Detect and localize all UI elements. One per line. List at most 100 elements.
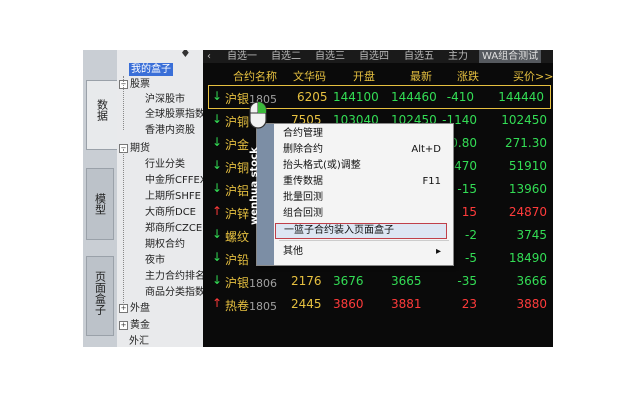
- tab-watchlist[interactable]: 自选一: [227, 50, 257, 63]
- menu-item-label: 组合回测: [283, 208, 323, 219]
- tree-item[interactable]: 行业分类: [145, 158, 185, 171]
- buy-price: 144440: [498, 90, 544, 104]
- table-row[interactable]: ↑ 热卷1805 2445 3860 3881 23 3880: [203, 293, 553, 315]
- down-arrow-icon: ↓: [212, 273, 223, 287]
- tree-item[interactable]: 郑商所CZCE: [145, 222, 202, 235]
- buy-price: 271.30: [505, 136, 547, 150]
- tab-watchlist[interactable]: 自选三: [315, 50, 345, 63]
- tree-item[interactable]: 上期所SHFE: [145, 190, 201, 203]
- mouse-icon: [249, 101, 267, 129]
- col-name[interactable]: 合约名称: [233, 68, 277, 84]
- tree-item[interactable]: 夜市: [145, 254, 165, 267]
- menu-shortcut: Alt+D: [411, 144, 441, 155]
- vtab-page-box[interactable]: 页面盒子: [86, 256, 114, 336]
- tree-item-label: 香港内资股: [145, 125, 195, 136]
- tree-item-label: 我的盒子: [131, 64, 171, 75]
- last-price: 144460: [391, 90, 437, 104]
- contract-name: 沪铅: [225, 253, 250, 267]
- vtab-model[interactable]: 模型: [86, 168, 114, 240]
- menu-item[interactable]: 其他 ▸: [283, 245, 447, 259]
- menu-item[interactable]: 重传数据 F11: [283, 175, 447, 189]
- buy-price: 18490: [508, 251, 547, 265]
- change-value: -15: [457, 182, 477, 196]
- tab-watchlist[interactable]: 自选五: [404, 50, 434, 63]
- tree-guide-line: [123, 76, 124, 130]
- change-value: -5: [465, 251, 477, 265]
- menu-item-label: 其他: [283, 246, 303, 257]
- menu-item[interactable]: 一篮子合约装入页面盒子: [275, 223, 447, 239]
- down-arrow-icon: ↓: [212, 158, 223, 172]
- wenhua-code: 2176: [291, 274, 322, 288]
- watchlist-tab-bar: ‹ 自选一 自选二 自选三 自选四 自选五 主力 WA组合测试: [203, 50, 553, 63]
- menu-item[interactable]: 组合回测: [283, 207, 447, 221]
- down-arrow-icon: ↓: [212, 227, 223, 241]
- tree-item[interactable]: + 黄金: [119, 319, 150, 332]
- contract-name: 沪铜: [225, 161, 250, 175]
- tree-item-label: 期货: [130, 143, 150, 154]
- down-arrow-icon: ↓: [212, 135, 223, 149]
- tree-item-label: 外汇: [129, 336, 149, 347]
- change-value: 23: [461, 297, 477, 311]
- tree-item-label: 主力合约排名: [145, 271, 203, 282]
- tree-item-label: 大商所DCE: [145, 207, 197, 218]
- tree-item[interactable]: 大商所DCE: [145, 206, 196, 219]
- menu-item[interactable]: 删除合约 Alt+D: [283, 143, 447, 157]
- tree-item[interactable]: 中金所CFFEX: [145, 174, 203, 187]
- tree-guide-line: [123, 149, 124, 309]
- tree-item[interactable]: 主力合约排名: [145, 270, 203, 283]
- tree-item-label: 商品分类指数: [145, 287, 203, 298]
- context-menu: wenhua stock 合约管理删除合约 Alt+D 抬头格式(或)调整重传数据 F…: [249, 123, 454, 266]
- contract-name: 沪铝: [225, 184, 250, 198]
- wenhua-code: 2445: [291, 297, 322, 311]
- up-arrow-icon: ↑: [212, 296, 223, 310]
- buy-price: 13960: [508, 182, 547, 196]
- contract-name: 沪铜: [225, 115, 250, 129]
- tree-item[interactable]: 期权合约: [145, 238, 185, 251]
- wenhua-code: 6205: [297, 90, 328, 104]
- col-buy[interactable]: 买价>>: [513, 68, 553, 84]
- change-value: -410: [446, 90, 474, 104]
- tree-item-label: 股票: [130, 79, 150, 90]
- table-row[interactable]: ↓ 沪银1806 2176 3676 3665 -35 3666: [203, 270, 553, 292]
- change-value: 15: [461, 205, 477, 219]
- buy-price: 24870: [508, 205, 547, 219]
- menu-item[interactable]: 抬头格式(或)调整: [283, 159, 447, 173]
- menu-item[interactable]: 批量回测: [283, 191, 447, 205]
- vtab-data-label: 数据: [95, 99, 109, 121]
- column-header: 合约名称 文华码 开盘 最新 涨跌 买价>>: [203, 68, 553, 84]
- tree-item[interactable]: 沪深股市: [145, 93, 185, 106]
- tree-item-label: 郑商所CZCE: [145, 223, 203, 234]
- contract-name: 沪银1806: [225, 276, 278, 290]
- menu-item-label: 合约管理: [283, 128, 323, 139]
- tree-item[interactable]: 香港内资股: [145, 124, 195, 137]
- buy-price: 3745: [516, 228, 547, 242]
- expand-icon[interactable]: +: [119, 320, 128, 330]
- contract-name: 热卷1805: [225, 299, 278, 313]
- menu-item-label: 抬头格式(或)调整: [283, 160, 361, 171]
- tree-item-label: 期权合约: [145, 239, 185, 250]
- submenu-arrow-icon: ▸: [435, 246, 441, 257]
- pin-icon[interactable]: ♦: [180, 50, 191, 60]
- tab-scroll-left-icon[interactable]: ‹: [207, 50, 211, 63]
- tree-item[interactable]: 外汇: [129, 335, 149, 347]
- col-wenhua-code[interactable]: 文华码: [293, 68, 326, 84]
- tab-watchlist[interactable]: WA组合测试: [479, 50, 542, 63]
- col-change[interactable]: 涨跌: [457, 68, 479, 84]
- menu-item[interactable]: 合约管理: [283, 127, 447, 141]
- menu-item-label: 删除合约: [283, 144, 323, 155]
- tree-item[interactable]: 商品分类指数: [145, 286, 203, 299]
- buy-price: 3880: [516, 297, 547, 311]
- tab-watchlist[interactable]: 自选四: [359, 50, 389, 63]
- vtab-data[interactable]: 数据: [86, 80, 117, 150]
- tab-watchlist[interactable]: 主力: [448, 50, 468, 63]
- last-price: 3881: [391, 297, 422, 311]
- tab-watchlist[interactable]: 自选二: [271, 50, 301, 63]
- col-open[interactable]: 开盘: [353, 68, 375, 84]
- tree-item-label: 中金所CFFEX: [145, 175, 203, 186]
- col-last[interactable]: 最新: [410, 68, 432, 84]
- tree-item[interactable]: 全球股票指数: [145, 108, 203, 121]
- menu-side-label: wenhua stock: [249, 147, 260, 225]
- open-price: 144100: [333, 90, 379, 104]
- tree-item[interactable]: 我的盒子: [129, 63, 173, 76]
- change-value: -35: [457, 274, 477, 288]
